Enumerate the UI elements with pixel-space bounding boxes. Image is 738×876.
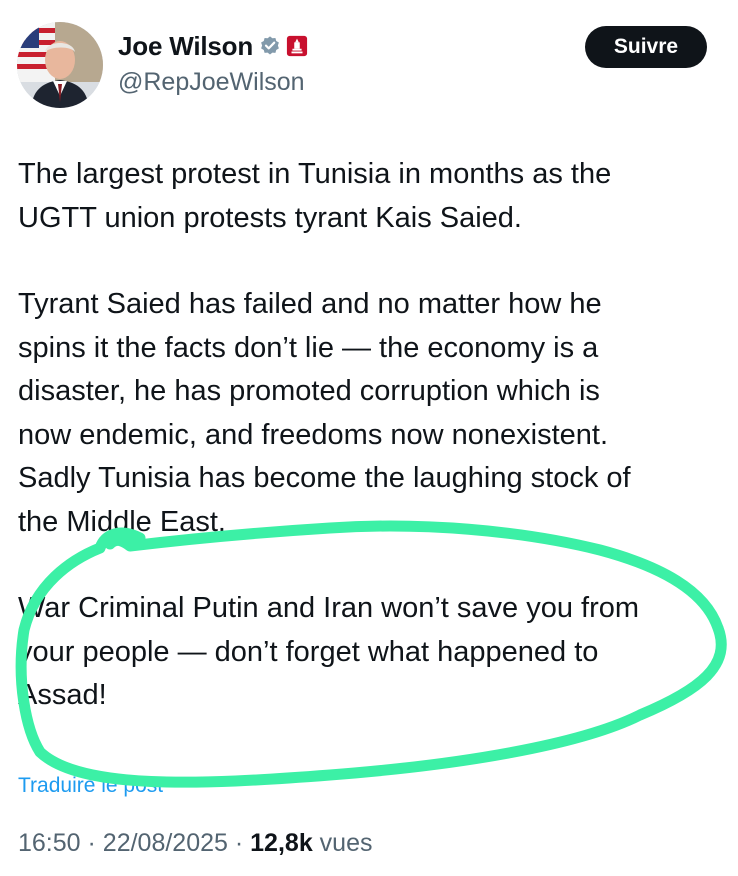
author-block: Joe Wilson @RepJoeWilson (118, 28, 308, 97)
tweet-meta: 16:50 · 22/08/2025 · 12,8k vues (18, 829, 372, 858)
tweet-date[interactable]: 22/08/2025 (103, 829, 228, 857)
tweet-paragraph-1: The largest protest in Tunisia in months… (18, 158, 612, 234)
views-label: vues (319, 829, 373, 857)
author-display-name[interactable]: Joe Wilson (118, 31, 253, 62)
translate-post-link[interactable]: Traduire le post (18, 774, 163, 798)
author-handle[interactable]: @RepJoeWilson (118, 68, 308, 97)
us-house-seal-icon[interactable] (286, 35, 308, 57)
tweet-text: The largest protest in Tunisia in months… (18, 153, 718, 761)
tweet: Joe Wilson @RepJoeWilson Suivre The larg… (0, 0, 738, 876)
meta-separator-2: · (234, 829, 244, 857)
author-name-row: Joe Wilson (118, 28, 308, 64)
tweet-paragraph-2: Tyrant Saied has failed and no matter ho… (18, 288, 631, 538)
verified-badge-icon[interactable] (259, 35, 281, 57)
avatar-photo-icon (17, 22, 103, 108)
follow-button[interactable]: Suivre (585, 26, 707, 68)
meta-separator-1: · (87, 829, 96, 857)
views-count: 12,8k (250, 829, 313, 857)
tweet-time[interactable]: 16:50 (18, 829, 81, 857)
author-avatar[interactable] (17, 22, 103, 108)
tweet-paragraph-3: War Criminal Putin and Iran won’t save y… (18, 592, 640, 711)
